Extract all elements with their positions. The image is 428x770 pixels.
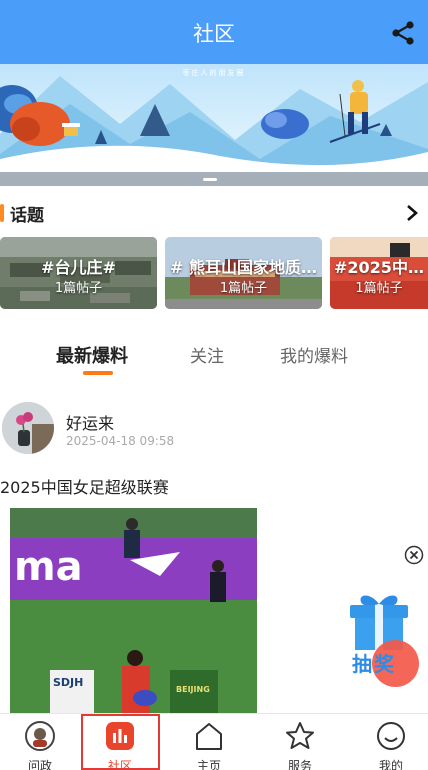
nav-label: 问政 (27, 759, 52, 770)
nav-label: 服务 (287, 759, 312, 770)
nav-item-services[interactable]: 服务 (260, 714, 340, 770)
nav-label: 主页 (196, 759, 221, 770)
avatar-image (2, 402, 54, 454)
tab-latest[interactable]: 最新爆料 (56, 342, 128, 368)
nav-label: 我的 (378, 759, 403, 770)
post-image-photo: ma SDJH BEIJING (10, 508, 257, 713)
topic-post-count: 1篇帖子 (219, 281, 268, 296)
post-timestamp: 2025-04-18 09:58 (66, 434, 175, 448)
team1-badge-text: SDJH (53, 676, 83, 689)
share-icon[interactable] (390, 20, 416, 46)
smile-icon (377, 722, 405, 750)
avatar-badge-icon (25, 721, 55, 751)
nav-item-home[interactable]: 主页 (169, 714, 249, 770)
star-icon (286, 722, 314, 749)
banner-illustration (0, 76, 428, 186)
avatar[interactable] (2, 402, 54, 454)
banner-tagline: 枣庄人的朋友圈 (182, 69, 246, 77)
topic-post-count: 1篇帖子 (355, 281, 403, 296)
close-circle-icon[interactable] (404, 545, 424, 565)
lottery-label[interactable]: 抽奖 (352, 648, 396, 677)
topics-section-header[interactable]: 话题 (0, 198, 428, 228)
post-image[interactable]: ma SDJH BEIJING (10, 508, 257, 713)
tab-my-posts[interactable]: 我的爆料 (280, 342, 348, 367)
sponsor-board-text: ma (14, 544, 83, 590)
bottom-tab-bar: 问政 社区 主页 服务 我的 (0, 713, 428, 770)
topics-label: 话题 (10, 206, 44, 226)
page-title: 社区 (193, 22, 235, 46)
topic-card-1[interactable]: #台儿庄# 1篇帖子 (0, 237, 157, 309)
feed-tabs: 最新爆料 关注 我的爆料 (0, 338, 428, 378)
app-header: 社区 (0, 0, 428, 64)
carousel-dot-active[interactable] (203, 178, 217, 181)
banner-carousel[interactable]: 枣庄人的朋友圈 (0, 64, 428, 186)
topic-name: #台儿庄# (41, 258, 116, 277)
nav-item-wenzheng[interactable]: 问政 (0, 714, 80, 770)
topic-post-count: 1篇帖子 (54, 281, 103, 296)
home-icon (196, 723, 222, 750)
topic-card-2[interactable]: # 熊耳山国家地质… 1篇帖子 (165, 237, 322, 309)
section-accent-bar (0, 204, 4, 222)
tab-following[interactable]: 关注 (190, 342, 224, 367)
chevron-right-icon[interactable] (406, 204, 418, 222)
topic-name: #2025中国… (334, 258, 428, 277)
nav-item-mine[interactable]: 我的 (351, 714, 428, 770)
post-title[interactable]: 2025中国女足超级联赛 (0, 474, 169, 498)
topic-name: # 熊耳山国家地质… (170, 258, 317, 277)
post-author[interactable]: 好运来 (66, 410, 114, 434)
team2-badge-text: BEIJING (176, 685, 210, 694)
active-nav-highlight (81, 714, 160, 770)
active-tab-indicator (83, 371, 113, 375)
topic-card-3[interactable]: #2025中国… 1篇帖子 (330, 237, 428, 309)
